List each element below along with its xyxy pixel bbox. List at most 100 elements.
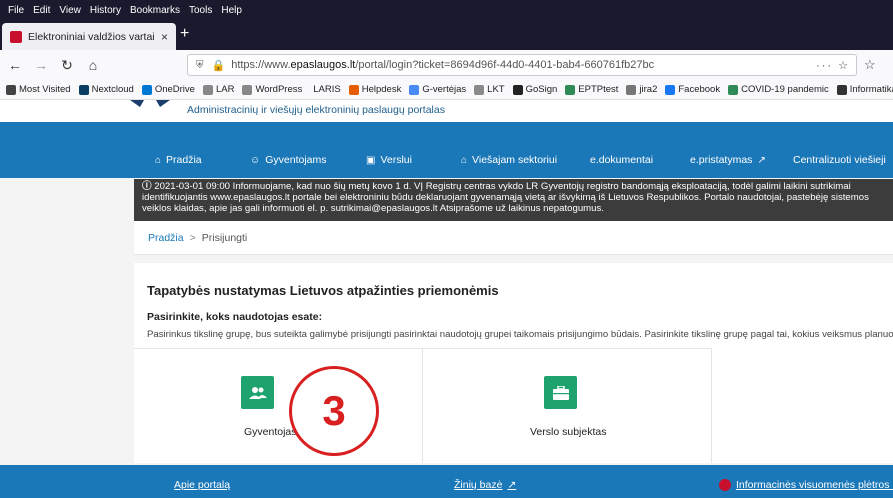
reload-icon[interactable]: ↻ xyxy=(56,57,78,74)
footer-link-apie[interactable]: Apie portalą xyxy=(174,479,230,491)
nav-item-centralizuoti[interactable]: Centralizuoti viešieji xyxy=(793,154,886,166)
info-icon: ⓘ xyxy=(142,181,152,192)
back-icon[interactable]: ← xyxy=(4,57,26,73)
lock-icon[interactable]: 🔒 xyxy=(212,59,226,72)
page-actions-icon[interactable]: ··· ☆ xyxy=(816,59,850,72)
nav-label: e.pristatymas xyxy=(690,154,753,166)
nav-label: Pradžia xyxy=(166,154,202,166)
nav-label: Gyventojams xyxy=(265,154,327,166)
translate-icon xyxy=(409,84,420,95)
bookmark-item[interactable]: G-vertėjas xyxy=(409,84,466,95)
bookmark-item[interactable]: COVID-19 pandemic xyxy=(728,84,829,95)
nav-item-gyventojams[interactable]: ☺ Gyventojams xyxy=(250,154,327,166)
bookmark-item[interactable]: Most Visited xyxy=(6,84,71,95)
external-link-icon: ↗ xyxy=(507,479,517,491)
bookmark-label: Helpdesk xyxy=(361,84,402,95)
footer-link-label: Žinių bazė xyxy=(454,479,503,491)
menu-file[interactable]: File xyxy=(8,5,24,16)
menu-tools[interactable]: Tools xyxy=(189,5,212,16)
nav-item-viesajam-sektoriui[interactable]: ⌂ Viešajam sektoriui xyxy=(461,154,557,166)
bookmark-label: Most Visited xyxy=(19,84,71,95)
bookmark-item[interactable]: LKT xyxy=(474,84,505,95)
menu-bookmarks[interactable]: Bookmarks xyxy=(130,5,180,16)
bookmark-item[interactable]: Facebook xyxy=(665,84,720,95)
user-type-tile-verslo-subjektas[interactable]: Verslo subjektas xyxy=(423,348,712,463)
login-card: Tapatybės nustatymas Lietuvos atpažintie… xyxy=(134,263,893,463)
menu-edit[interactable]: Edit xyxy=(33,5,50,16)
bookmark-item[interactable]: LARIS xyxy=(310,84,340,95)
nav-label: Verslui xyxy=(380,154,412,166)
bookmark-label: OneDrive xyxy=(154,84,195,95)
bookmark-item[interactable]: jira2 xyxy=(626,84,657,95)
site-logo-icon[interactable] xyxy=(130,100,170,110)
breadcrumb-current: Prisijungti xyxy=(201,231,248,244)
site-favicon-icon xyxy=(10,30,22,43)
nav-item-edokumentai[interactable]: e.dokumentai xyxy=(590,154,653,166)
menu-view[interactable]: View xyxy=(59,5,81,16)
bookmark-item[interactable]: WordPress xyxy=(242,84,302,95)
tile-label: Verslo subjektas xyxy=(530,426,607,438)
bookmark-label: Informatika xyxy=(849,84,893,95)
url-prefix: https://www. xyxy=(231,59,291,71)
helpdesk-icon xyxy=(348,84,359,95)
page-title: Tapatybės nustatymas Lietuvos atpažintie… xyxy=(147,283,499,298)
browser-menubar: File Edit View History Bookmarks Tools H… xyxy=(0,0,893,20)
bookmark-item[interactable]: OneDrive xyxy=(141,84,195,95)
facebook-icon xyxy=(665,84,676,95)
user-type-tile-gyventojas[interactable]: Gyventojas xyxy=(134,348,423,463)
browser-tabbar: Elektroniniai valdžios vartai × + xyxy=(0,20,893,50)
institution-icon: ⌂ xyxy=(461,154,468,166)
bookmark-item[interactable]: EPTPtest xyxy=(565,84,618,95)
bookmark-star-icon[interactable]: ☆ xyxy=(864,57,876,73)
cloud-icon xyxy=(141,84,152,95)
breadcrumb: Pradžia > Prisijungti xyxy=(134,221,893,255)
bookmark-label: Facebook xyxy=(678,84,721,95)
briefcase-icon: ▣ xyxy=(366,154,376,166)
bookmark-label: jira2 xyxy=(639,84,658,95)
tab-title: Elektroniniai valdžios vartai xyxy=(28,30,155,43)
browser-tab[interactable]: Elektroniniai valdžios vartai × xyxy=(2,23,176,50)
forward-icon[interactable]: → xyxy=(30,57,52,73)
bookmark-label: G-vertėjas xyxy=(422,84,467,95)
site-tagline: Administracinių ir viešųjų elektroninių … xyxy=(187,104,445,116)
footer-left xyxy=(0,465,134,498)
bookmark-item[interactable]: Helpdesk xyxy=(348,84,402,95)
bookmark-item[interactable]: GoSign xyxy=(512,84,557,95)
nav-item-pradzia[interactable]: ⌂ Pradžia xyxy=(155,154,202,166)
covid-icon xyxy=(728,84,739,95)
briefcase-icon xyxy=(544,376,577,409)
nav-label: e.dokumentai xyxy=(590,154,654,166)
gear-icon xyxy=(6,84,16,95)
bookmark-item[interactable]: Informatika xyxy=(836,84,893,95)
bookmark-label: LAR xyxy=(215,84,235,95)
site-header: Administracinių ir viešųjų elektroninių … xyxy=(0,100,893,122)
shield-icon[interactable]: ⛨ xyxy=(196,60,204,71)
main-navigation: ⌂ Pradžia ☺ Gyventojams ▣ Verslui ⌂ Vieš… xyxy=(0,122,893,178)
site-footer: Apie portalą Žinių bazė ↗ Informacinės v… xyxy=(134,465,893,498)
nav-item-epristatymas[interactable]: e.pristatymas ↗ xyxy=(690,154,766,166)
bookmark-label: LKT xyxy=(487,84,505,95)
bookmark-label: EPTPtest xyxy=(578,84,619,95)
page-icon xyxy=(242,84,253,95)
lkt-icon xyxy=(474,84,485,95)
tile-label: Gyventojas xyxy=(244,426,297,438)
bookmark-item[interactable]: Nextcloud xyxy=(78,84,134,95)
tab-close-icon[interactable]: × xyxy=(161,30,168,44)
footer-link-ivpk[interactable]: Informacinės visuomenės plėtros komiteta… xyxy=(719,479,893,491)
breadcrumb-home-link[interactable]: Pradžia xyxy=(148,232,184,244)
url-bar[interactable]: ⛨ 🔒 https://www. epaslaugos.lt/portal/log… xyxy=(187,54,857,76)
footer-link-label: Informacinės visuomenės plėtros komiteta… xyxy=(736,479,893,491)
footer-link-ziniu-baze[interactable]: Žinių bazė ↗ xyxy=(454,479,516,491)
users-icon: ☺ xyxy=(250,154,261,166)
menu-history[interactable]: History xyxy=(90,5,121,16)
browser-navbar: ← → ↻ ⌂ ⛨ 🔒 https://www. epaslaugos.lt/po… xyxy=(0,50,893,80)
url-path: /portal/login?ticket=8694d96f-44d0-4401-… xyxy=(355,59,655,71)
home-icon[interactable]: ⌂ xyxy=(82,57,104,73)
notice-text: 2021-03-01 09:00 Informuojame, kad nuo š… xyxy=(142,181,869,214)
nav-item-verslui[interactable]: ▣ Verslui xyxy=(366,154,412,166)
new-tab-button[interactable]: + xyxy=(180,25,189,43)
bookmark-item[interactable]: LAR xyxy=(202,84,235,95)
eptp-icon xyxy=(565,84,576,95)
menu-help[interactable]: Help xyxy=(221,5,242,16)
bookmark-label: WordPress xyxy=(255,84,303,95)
